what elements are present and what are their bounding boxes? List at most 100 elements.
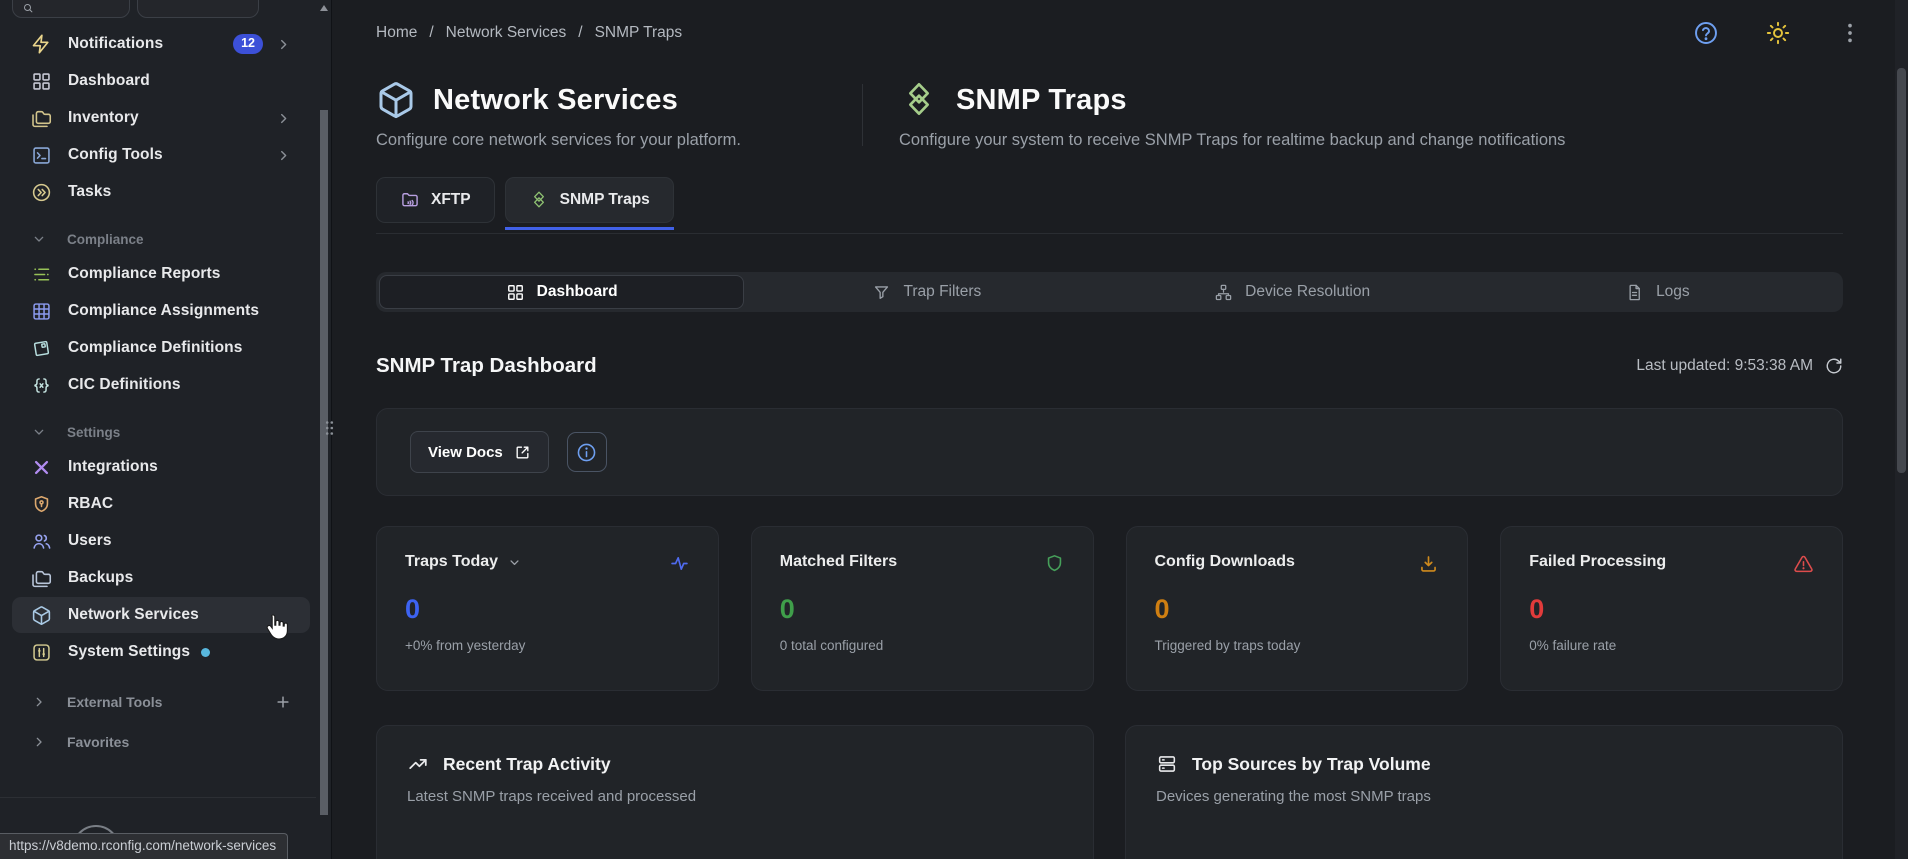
shield-icon	[1044, 553, 1065, 574]
table-grid-icon	[30, 300, 52, 322]
sidebar-item-dashboard[interactable]: Dashboard	[12, 63, 310, 99]
sliders-icon	[30, 641, 52, 663]
tab-snmp-traps[interactable]: SNMP Traps	[504, 177, 674, 230]
snmp-diamond-icon	[529, 190, 549, 210]
stat-cards: Traps Today 0 +0% from yesterday Matched…	[376, 526, 1843, 691]
chevron-down-icon	[30, 231, 47, 248]
sidebar-resize-handle[interactable]	[325, 420, 334, 436]
chevron-right-icon	[275, 110, 292, 127]
sidebar-item-favorites[interactable]: Favorites	[12, 724, 310, 760]
sidebar-section-settings[interactable]: Settings	[12, 415, 310, 449]
page-subtitle: Configure core network services for your…	[376, 131, 741, 149]
double-chevron-circle-icon	[30, 181, 52, 203]
scrollbar-thumb[interactable]	[1897, 68, 1906, 473]
sidebar-item-integrations[interactable]: Integrations	[12, 449, 310, 485]
sidebar-item-backups[interactable]: Backups	[12, 560, 310, 596]
subtab-dashboard[interactable]: Dashboard	[379, 275, 745, 309]
view-docs-label: View Docs	[428, 443, 503, 461]
sidebar-item-label: Notifications	[68, 35, 164, 52]
sidebar-search-button[interactable]	[12, 0, 130, 18]
sidebar-item-users[interactable]: Users	[12, 523, 310, 559]
sidebar-item-system-settings[interactable]: System Settings	[12, 634, 310, 670]
scrollbar-up-arrow[interactable]	[320, 5, 328, 11]
topbar: Home / Network Services / SNMP Traps	[376, 0, 1843, 66]
chevron-right-icon	[30, 734, 47, 751]
stat-card-failed-processing: Failed Processing 0 0% failure rate	[1500, 526, 1843, 691]
chevron-right-icon	[275, 36, 292, 53]
page-title: Network Services	[433, 83, 678, 116]
dashboard-grid-icon	[30, 70, 52, 92]
app-window: Notifications 12 Dashboard Inventory Con…	[0, 0, 1908, 859]
plus-icon[interactable]	[274, 693, 292, 711]
tab-label: SNMP Traps	[559, 191, 650, 208]
sidebar-item-label: Inventory	[68, 109, 139, 126]
stat-card-matched-filters: Matched Filters 0 0 total configured	[750, 526, 1094, 691]
breadcrumb-home[interactable]: Home	[376, 24, 417, 42]
sidebar: Notifications 12 Dashboard Inventory Con…	[0, 0, 332, 859]
sidebar-item-rbac[interactable]: RBAC	[12, 486, 310, 522]
subtab-logs[interactable]: Logs	[1475, 275, 1840, 309]
notifications-badge: 12	[233, 34, 263, 54]
terminal-icon	[30, 144, 52, 166]
subtab-device-resolution[interactable]: Device Resolution	[1110, 275, 1475, 309]
breadcrumb-network-services[interactable]: Network Services	[446, 24, 567, 42]
last-updated: Last updated: 9:53:38 AM	[1636, 357, 1843, 375]
snmp-traps-header: SNMP Traps Configure your system to rece…	[863, 80, 1843, 150]
traps-today-dropdown-chevron-icon[interactable]	[507, 555, 522, 570]
new-indicator-dot	[201, 647, 211, 657]
info-button[interactable]	[566, 432, 607, 472]
sidebar-item-cic-definitions[interactable]: CIC Definitions	[12, 367, 310, 403]
sidebar-item-network-services[interactable]: Network Services	[12, 597, 310, 633]
sitemap-icon	[1214, 283, 1233, 302]
topbar-actions	[1693, 20, 1863, 46]
sidebar-item-label: Integrations	[68, 458, 158, 475]
sidebar-item-label: External Tools	[67, 694, 163, 710]
sidebar-item-label: Network Services	[68, 606, 199, 623]
subtab-label: Trap Filters	[903, 283, 982, 300]
sidebar-item-config-tools[interactable]: Config Tools	[12, 137, 310, 173]
external-link-icon	[514, 444, 531, 461]
subtab-label: Logs	[1656, 283, 1690, 300]
main-scrollbar[interactable]	[1895, 0, 1908, 859]
sidebar-item-label: Config Tools	[68, 146, 163, 163]
sidebar-section-compliance[interactable]: Compliance	[12, 222, 310, 256]
panel-title: Recent Trap Activity	[443, 753, 611, 774]
scrollbar-thumb[interactable]	[320, 110, 328, 815]
tab-xftp[interactable]: XFTP	[376, 177, 495, 223]
users-icon	[30, 530, 52, 552]
sidebar-item-compliance-assignments[interactable]: Compliance Assignments	[12, 293, 310, 329]
sidebar-item-label: Dashboard	[68, 72, 150, 89]
sidebar-item-compliance-definitions[interactable]: Compliance Definitions	[12, 330, 310, 366]
view-docs-button[interactable]: View Docs	[410, 431, 549, 473]
theme-toggle-sun-icon[interactable]	[1765, 20, 1791, 46]
sidebar-item-compliance-reports[interactable]: Compliance Reports	[12, 256, 310, 292]
panel-title: Top Sources by Trap Volume	[1192, 753, 1431, 774]
more-menu-icon[interactable]	[1837, 20, 1863, 46]
refresh-icon[interactable]	[1825, 357, 1843, 375]
chevron-down-icon	[30, 424, 47, 441]
sidebar-item-external-tools[interactable]: External Tools	[12, 684, 310, 720]
sidebar-item-label: RBAC	[68, 495, 114, 512]
sidebar-quick-action-button[interactable]	[137, 0, 259, 18]
tab-label: XFTP	[431, 191, 471, 208]
sidebar-item-tasks[interactable]: Tasks	[12, 174, 310, 210]
breadcrumb-current: SNMP Traps	[594, 24, 683, 41]
stat-subtext: Triggered by traps today	[1154, 638, 1301, 653]
folders-icon	[30, 567, 52, 589]
subtab-trap-filters[interactable]: Trap Filters	[744, 275, 1109, 309]
section-title: SNMP Traps	[956, 83, 1127, 116]
dashboard-grid-icon	[506, 283, 525, 302]
sidebar-item-inventory[interactable]: Inventory	[12, 100, 310, 136]
network-services-header: Network Services Configure core network …	[376, 80, 862, 150]
snmp-diamond-icon	[899, 80, 939, 120]
list-icon	[30, 263, 52, 285]
help-icon[interactable]	[1693, 20, 1719, 46]
breadcrumb-separator: /	[578, 24, 583, 41]
download-icon	[1418, 553, 1439, 574]
sidebar-item-label: Users	[68, 532, 112, 549]
sidebar-footer-divider	[0, 797, 316, 798]
page-header: Network Services Configure core network …	[376, 80, 1843, 150]
folders-icon	[30, 107, 52, 129]
sidebar-item-notifications[interactable]: Notifications 12	[12, 26, 310, 62]
stamp-icon	[30, 337, 52, 359]
